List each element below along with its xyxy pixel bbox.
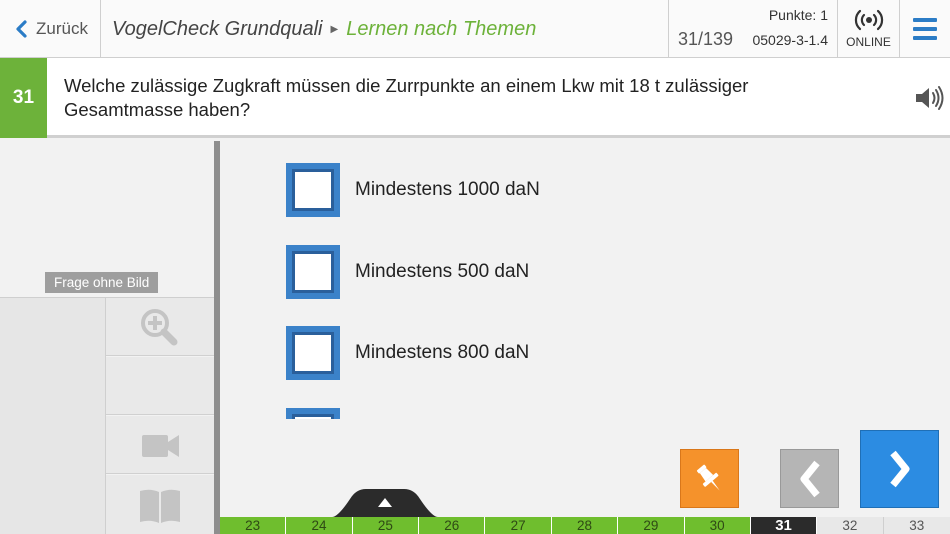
question-pager: 23 24 25 26 27 28 29 30 31 32 33 (220, 517, 950, 534)
zoom-icon (141, 308, 178, 345)
chevron-right-icon (889, 450, 909, 488)
pager-item[interactable]: 30 (684, 517, 751, 534)
breadcrumb-arrow-icon: ▶ (330, 23, 339, 35)
answer-option[interactable]: Mindestens 1000 daN (286, 163, 540, 217)
question-text: Welche zulässige Zugkraft müssen die Zur… (64, 75, 749, 120)
progress-display: 31/139 (678, 29, 734, 49)
answer-checkbox[interactable] (286, 326, 340, 380)
video-icon (142, 434, 179, 457)
chevron-left-icon (16, 20, 27, 38)
section-title: Lernen nach Themen (346, 17, 537, 40)
no-image-label: Frage ohne Bild (45, 272, 159, 293)
app-title: VogelCheck Grundquali (112, 17, 323, 40)
pager-item[interactable]: 27 (485, 517, 552, 534)
pager-item[interactable]: 33 (883, 517, 950, 534)
video-button[interactable] (106, 416, 214, 474)
answer-text: Mindestens 500 daN (355, 261, 530, 282)
pager-item[interactable]: 29 (618, 517, 685, 534)
answer-option[interactable]: Mindestens 500 daN (286, 245, 529, 299)
signal-icon (854, 9, 883, 31)
image-area: Frage ohne Bild (0, 141, 214, 298)
breadcrumb: VogelCheck Grundquali ▶ Lernen nach Them… (112, 0, 536, 58)
answer-option[interactable] (286, 408, 355, 419)
next-button[interactable] (860, 430, 939, 508)
question-counter: Punkte: 1 31/139 05029-3-1.4 (668, 0, 837, 58)
empty-tool-slot (106, 357, 214, 415)
back-button[interactable]: Zurück (0, 0, 101, 58)
chevron-left-icon (800, 460, 820, 497)
media-panel: Frage ohne Bild (0, 141, 214, 534)
pager-item[interactable]: 23 (220, 517, 287, 534)
pager-item[interactable]: 32 (817, 517, 884, 534)
pager-item[interactable]: 26 (419, 517, 486, 534)
answer-text: Mindestens 1000 daN (355, 179, 540, 200)
answer-option[interactable]: Mindestens 800 daN (286, 326, 529, 380)
answer-checkbox[interactable] (286, 245, 340, 299)
question-row: 31 Welche zulässige Zugkraft müssen die … (0, 58, 950, 138)
question-code: 05029-3-1.4 (752, 32, 828, 48)
pager-item[interactable]: 24 (286, 517, 353, 534)
book-icon (140, 489, 180, 523)
pager-item[interactable]: 25 (352, 517, 420, 534)
drawer-handle[interactable] (332, 489, 438, 517)
question-number: 31 (0, 58, 47, 138)
online-status[interactable]: ONLINE (837, 0, 899, 58)
online-label: ONLINE (846, 35, 891, 49)
answer-checkbox[interactable] (286, 163, 340, 217)
answer-text: Mindestens 800 daN (355, 342, 530, 363)
answer-checkbox[interactable] (286, 408, 340, 419)
menu-button[interactable] (899, 0, 950, 58)
pager-item[interactable]: 28 (551, 517, 619, 534)
hamburger-icon (913, 18, 937, 40)
back-label: Zurück (36, 19, 88, 38)
pin-button[interactable] (680, 449, 739, 508)
points-display: Punkte: 1 (768, 7, 828, 23)
answer-list: Mindestens 1000 daN Mindestens 500 daN M… (220, 141, 950, 419)
previous-button[interactable] (780, 449, 839, 508)
pin-icon (696, 464, 720, 490)
top-bar: Zurück VogelCheck Grundquali ▶ Lernen na… (0, 0, 950, 58)
book-button[interactable] (106, 475, 214, 534)
pager-item-current[interactable]: 31 (750, 517, 818, 534)
speaker-icon[interactable] (914, 85, 944, 111)
media-panel-lower (0, 298, 106, 534)
zoom-button[interactable] (106, 298, 214, 356)
